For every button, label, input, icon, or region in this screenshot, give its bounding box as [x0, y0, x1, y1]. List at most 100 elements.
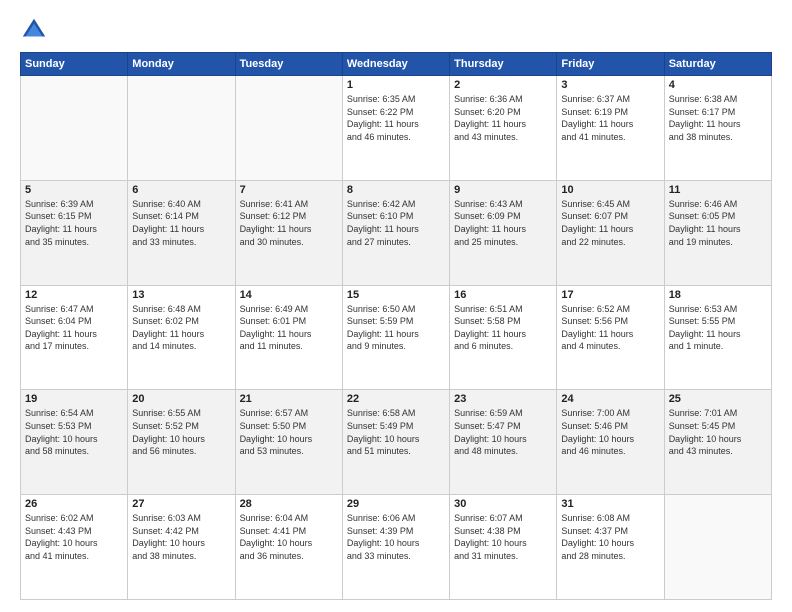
calendar-cell: 18Sunrise: 6:53 AM Sunset: 5:55 PM Dayli… — [664, 285, 771, 390]
day-info: Sunrise: 6:52 AM Sunset: 5:56 PM Dayligh… — [561, 303, 659, 353]
weekday-header-monday: Monday — [128, 53, 235, 76]
weekday-header-row: SundayMondayTuesdayWednesdayThursdayFrid… — [21, 53, 772, 76]
day-info: Sunrise: 6:45 AM Sunset: 6:07 PM Dayligh… — [561, 198, 659, 248]
logo — [20, 16, 52, 44]
day-info: Sunrise: 6:50 AM Sunset: 5:59 PM Dayligh… — [347, 303, 445, 353]
day-number: 16 — [454, 289, 552, 301]
day-number: 5 — [25, 184, 123, 196]
calendar-cell: 21Sunrise: 6:57 AM Sunset: 5:50 PM Dayli… — [235, 390, 342, 495]
day-info: Sunrise: 6:41 AM Sunset: 6:12 PM Dayligh… — [240, 198, 338, 248]
day-info: Sunrise: 6:58 AM Sunset: 5:49 PM Dayligh… — [347, 407, 445, 457]
day-info: Sunrise: 6:04 AM Sunset: 4:41 PM Dayligh… — [240, 512, 338, 562]
weekday-header-thursday: Thursday — [450, 53, 557, 76]
day-info: Sunrise: 6:02 AM Sunset: 4:43 PM Dayligh… — [25, 512, 123, 562]
day-number: 22 — [347, 393, 445, 405]
calendar-cell: 19 Sunrise: 6:54 AM Sunset: 5:53 PM Dayli… — [21, 390, 128, 495]
day-number: 8 — [347, 184, 445, 196]
calendar-week-row: 5 Sunrise: 6:39 AM Sunset: 6:15 PM Daylig… — [21, 180, 772, 285]
day-number: 27 — [132, 498, 230, 510]
day-number: 3 — [561, 79, 659, 91]
calendar-cell: 14 Sunrise: 6:49 AM Sunset: 6:01 PM Dayli… — [235, 285, 342, 390]
calendar-cell — [128, 76, 235, 181]
calendar-cell: 1Sunrise: 6:35 AM Sunset: 6:22 PM Daylig… — [342, 76, 449, 181]
day-number: 10 — [561, 184, 659, 196]
day-number: 1 — [347, 79, 445, 91]
calendar-cell: 3 Sunrise: 6:37 AM Sunset: 6:19 PM Daylig… — [557, 76, 664, 181]
day-number: 14 — [240, 289, 338, 301]
calendar-cell: 16 Sunrise: 6:51 AM Sunset: 5:58 PM Dayli… — [450, 285, 557, 390]
calendar-cell: 27 Sunrise: 6:03 AM Sunset: 4:42 PM Dayli… — [128, 495, 235, 600]
calendar-cell: 8 Sunrise: 6:42 AM Sunset: 6:10 PM Daylig… — [342, 180, 449, 285]
calendar-cell: 10 Sunrise: 6:45 AM Sunset: 6:07 PM Dayli… — [557, 180, 664, 285]
day-info: Sunrise: 6:07 AM Sunset: 4:38 PM Dayligh… — [454, 512, 552, 562]
calendar-cell: 7 Sunrise: 6:41 AM Sunset: 6:12 PM Daylig… — [235, 180, 342, 285]
day-number: 23 — [454, 393, 552, 405]
day-number: 18 — [669, 289, 767, 301]
calendar-cell: 26 Sunrise: 6:02 AM Sunset: 4:43 PM Dayli… — [21, 495, 128, 600]
calendar-cell — [235, 76, 342, 181]
calendar-cell: 28 Sunrise: 6:04 AM Sunset: 4:41 PM Dayli… — [235, 495, 342, 600]
day-number: 6 — [132, 184, 230, 196]
calendar-cell: 29 Sunrise: 6:06 AM Sunset: 4:39 PM Dayli… — [342, 495, 449, 600]
day-number: 9 — [454, 184, 552, 196]
calendar-cell: 31 Sunrise: 6:08 AM Sunset: 4:37 PM Dayli… — [557, 495, 664, 600]
day-number: 7 — [240, 184, 338, 196]
day-number: 12 — [25, 289, 123, 301]
calendar-cell: 13Sunrise: 6:48 AM Sunset: 6:02 PM Dayli… — [128, 285, 235, 390]
calendar-cell: 12Sunrise: 6:47 AM Sunset: 6:04 PM Dayli… — [21, 285, 128, 390]
day-info: Sunrise: 6:49 AM Sunset: 6:01 PM Dayligh… — [240, 303, 338, 353]
calendar-cell: 9Sunrise: 6:43 AM Sunset: 6:09 PM Daylig… — [450, 180, 557, 285]
calendar-cell: 25Sunrise: 7:01 AM Sunset: 5:45 PM Dayli… — [664, 390, 771, 495]
day-info: Sunrise: 6:55 AM Sunset: 5:52 PM Dayligh… — [132, 407, 230, 457]
logo-icon — [20, 16, 48, 44]
day-number: 24 — [561, 393, 659, 405]
day-number: 31 — [561, 498, 659, 510]
day-info: Sunrise: 6:03 AM Sunset: 4:42 PM Dayligh… — [132, 512, 230, 562]
calendar-week-row: 26 Sunrise: 6:02 AM Sunset: 4:43 PM Dayli… — [21, 495, 772, 600]
day-number: 11 — [669, 184, 767, 196]
calendar-cell — [21, 76, 128, 181]
day-number: 2 — [454, 79, 552, 91]
calendar-cell: 20Sunrise: 6:55 AM Sunset: 5:52 PM Dayli… — [128, 390, 235, 495]
day-number: 17 — [561, 289, 659, 301]
day-number: 19 — [25, 393, 123, 405]
day-info: Sunrise: 6:36 AM Sunset: 6:20 PM Dayligh… — [454, 93, 552, 143]
calendar-week-row: 1Sunrise: 6:35 AM Sunset: 6:22 PM Daylig… — [21, 76, 772, 181]
calendar-cell: 24 Sunrise: 7:00 AM Sunset: 5:46 PM Dayli… — [557, 390, 664, 495]
day-number: 29 — [347, 498, 445, 510]
weekday-header-saturday: Saturday — [664, 53, 771, 76]
day-info: Sunrise: 6:59 AM Sunset: 5:47 PM Dayligh… — [454, 407, 552, 457]
calendar-cell: 5 Sunrise: 6:39 AM Sunset: 6:15 PM Daylig… — [21, 180, 128, 285]
day-info: Sunrise: 6:06 AM Sunset: 4:39 PM Dayligh… — [347, 512, 445, 562]
day-number: 30 — [454, 498, 552, 510]
day-number: 25 — [669, 393, 767, 405]
calendar-week-row: 19 Sunrise: 6:54 AM Sunset: 5:53 PM Dayli… — [21, 390, 772, 495]
day-number: 15 — [347, 289, 445, 301]
calendar-cell: 15 Sunrise: 6:50 AM Sunset: 5:59 PM Dayli… — [342, 285, 449, 390]
calendar-table: SundayMondayTuesdayWednesdayThursdayFrid… — [20, 52, 772, 600]
calendar-cell: 30 Sunrise: 6:07 AM Sunset: 4:38 PM Dayli… — [450, 495, 557, 600]
day-info: Sunrise: 7:00 AM Sunset: 5:46 PM Dayligh… — [561, 407, 659, 457]
page: SundayMondayTuesdayWednesdayThursdayFrid… — [0, 0, 792, 612]
day-info: Sunrise: 6:42 AM Sunset: 6:10 PM Dayligh… — [347, 198, 445, 248]
day-info: Sunrise: 6:54 AM Sunset: 5:53 PM Dayligh… — [25, 407, 123, 457]
day-info: Sunrise: 6:38 AM Sunset: 6:17 PM Dayligh… — [669, 93, 767, 143]
calendar-cell: 4 Sunrise: 6:38 AM Sunset: 6:17 PM Daylig… — [664, 76, 771, 181]
calendar-cell — [664, 495, 771, 600]
day-number: 26 — [25, 498, 123, 510]
weekday-header-friday: Friday — [557, 53, 664, 76]
day-info: Sunrise: 6:48 AM Sunset: 6:02 PM Dayligh… — [132, 303, 230, 353]
calendar-cell: 22 Sunrise: 6:58 AM Sunset: 5:49 PM Dayli… — [342, 390, 449, 495]
weekday-header-tuesday: Tuesday — [235, 53, 342, 76]
calendar-cell: 23 Sunrise: 6:59 AM Sunset: 5:47 PM Dayli… — [450, 390, 557, 495]
calendar-cell: 11Sunrise: 6:46 AM Sunset: 6:05 PM Dayli… — [664, 180, 771, 285]
day-number: 4 — [669, 79, 767, 91]
day-number: 28 — [240, 498, 338, 510]
day-info: Sunrise: 6:40 AM Sunset: 6:14 PM Dayligh… — [132, 198, 230, 248]
weekday-header-wednesday: Wednesday — [342, 53, 449, 76]
header — [20, 16, 772, 44]
day-info: Sunrise: 6:39 AM Sunset: 6:15 PM Dayligh… — [25, 198, 123, 248]
day-info: Sunrise: 6:51 AM Sunset: 5:58 PM Dayligh… — [454, 303, 552, 353]
day-info: Sunrise: 6:08 AM Sunset: 4:37 PM Dayligh… — [561, 512, 659, 562]
day-info: Sunrise: 6:37 AM Sunset: 6:19 PM Dayligh… — [561, 93, 659, 143]
